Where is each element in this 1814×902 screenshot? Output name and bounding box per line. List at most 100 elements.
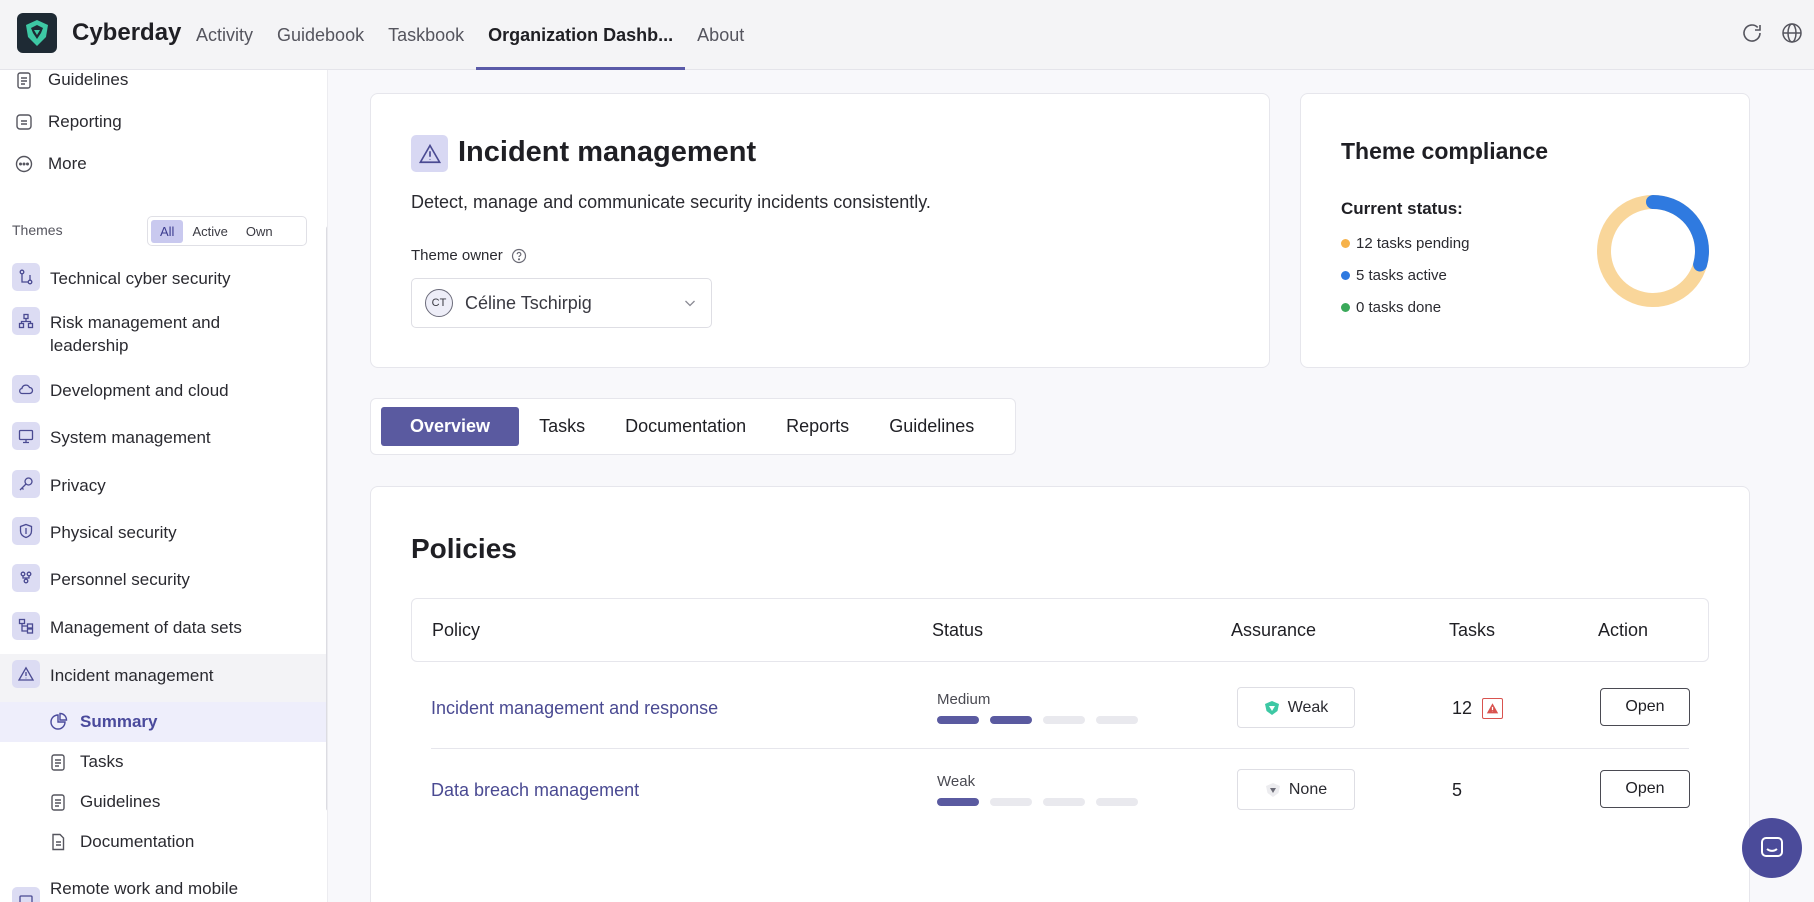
refresh-icon[interactable] (1740, 21, 1764, 45)
sidebar-sub-documentation[interactable]: Documentation (0, 822, 326, 862)
sidebar-sub-tasks[interactable]: Tasks (0, 742, 326, 782)
sidebar-theme-label: Development and cloud (50, 381, 229, 400)
assurance-weak-icon (1264, 700, 1279, 715)
filter-all[interactable]: All (151, 219, 184, 243)
cloud-icon (12, 375, 40, 403)
owner-name: Céline Tschirpig (465, 292, 592, 313)
cyberday-logo-icon[interactable] (17, 13, 57, 53)
tab-documentation[interactable]: Documentation (605, 407, 766, 446)
tasks-count-value: 5 (1452, 780, 1463, 800)
status-label: Weak (937, 773, 976, 790)
sidebar-theme-label: Incident management (50, 666, 214, 685)
level-bar (990, 716, 1032, 724)
sidebar-theme-label: Personnel security (50, 570, 190, 589)
legend-text: 12 tasks pending (1356, 235, 1470, 252)
legend-active: 5 tasks active (1341, 267, 1447, 284)
tasks-count: 12 (1452, 698, 1504, 719)
theme-compliance-card: Theme compliance Current status: 12 task… (1300, 93, 1750, 368)
sidebar-link-label: Reporting (48, 112, 122, 131)
nav-guidebook[interactable]: Guidebook (265, 0, 376, 70)
assurance-badge: Weak (1237, 687, 1355, 728)
level-bar (990, 798, 1032, 806)
sidebar-theme-risk-management[interactable]: Risk management and leadership (0, 307, 326, 359)
legend-text: 0 tasks done (1356, 299, 1442, 316)
sidebar-link-more[interactable]: More (14, 154, 87, 174)
header-action: Action (1598, 620, 1649, 640)
nav-activity[interactable]: Activity (184, 0, 265, 70)
legend-done: 0 tasks done (1341, 299, 1441, 316)
globe-icon[interactable] (1780, 21, 1804, 45)
help-icon[interactable] (511, 248, 527, 264)
theme-owner-label: Theme owner (411, 247, 527, 264)
nav-organization-dashboard[interactable]: Organization Dashb... (476, 0, 686, 70)
sidebar-sub-guidelines[interactable]: Guidelines (0, 782, 326, 822)
sidebar: Guidelines Reporting More Themes All Act… (0, 70, 328, 902)
table-row: Data breach management Weak None 5 Open (431, 749, 1690, 831)
sidebar-theme-remote-work[interactable]: Remote work and mobile devices (0, 873, 326, 902)
theme-description: Detect, manage and communicate security … (411, 192, 931, 212)
theme-owner-select[interactable]: CT Céline Tschirpig (411, 278, 712, 328)
avatar: CT (425, 289, 453, 317)
level-bar (1096, 716, 1138, 724)
people-icon (12, 564, 40, 592)
table-row: Incident management and response Medium … (431, 667, 1690, 749)
sidebar-theme-incident-management[interactable]: Incident management (0, 654, 326, 702)
compliance-title: Theme compliance (1341, 138, 1549, 164)
legend-pending: 12 tasks pending (1341, 235, 1469, 252)
branch-icon (12, 263, 40, 291)
themes-filter: All Active Own (147, 216, 307, 246)
open-button[interactable]: Open (1600, 688, 1690, 726)
policies-title: Policies (411, 533, 517, 564)
sidebar-theme-personnel-security[interactable]: Personnel security (0, 564, 326, 604)
policy-link[interactable]: Data breach management (431, 780, 639, 801)
filter-active[interactable]: Active (183, 220, 236, 243)
document-icon (52, 833, 65, 851)
assurance-badge: None (1237, 769, 1355, 810)
report-icon (16, 114, 32, 130)
status-level-bars (937, 716, 1149, 724)
sidebar-link-guidelines[interactable]: Guidelines (14, 70, 128, 90)
more-icon (15, 155, 33, 173)
sidebar-theme-privacy[interactable]: Privacy (0, 470, 326, 510)
sidebar-theme-label: Risk management and leadership (50, 313, 221, 355)
sidebar-theme-label: System management (50, 428, 211, 447)
sidebar-theme-label: Management of data sets (50, 618, 242, 637)
pie-chart-icon (50, 712, 68, 730)
chat-icon (1761, 837, 1783, 857)
sidebar-theme-physical-security[interactable]: Physical security (0, 517, 326, 557)
status-label: Medium (937, 691, 991, 708)
chevron-down-icon (685, 300, 695, 307)
assurance-label: None (1288, 780, 1328, 798)
nav-about[interactable]: About (685, 0, 756, 70)
policies-table-header: Policy Status Assurance Tasks Action (411, 598, 1709, 662)
level-bar (937, 798, 979, 806)
tab-guidelines[interactable]: Guidelines (869, 407, 994, 446)
sidebar-sub-label: Guidelines (80, 792, 161, 811)
filter-own[interactable]: Own (237, 220, 282, 243)
sidebar-theme-technical-cyber-security[interactable]: Technical cyber security (0, 263, 326, 303)
sidebar-theme-management-of-data-sets[interactable]: Management of data sets (0, 612, 326, 652)
tasks-count: 5 (1452, 780, 1462, 801)
chat-launcher-button[interactable] (1742, 818, 1802, 878)
sidebar-sub-summary[interactable]: Summary (0, 702, 326, 742)
tab-reports[interactable]: Reports (766, 407, 869, 446)
tab-tasks[interactable]: Tasks (519, 407, 605, 446)
sidebar-theme-development-and-cloud[interactable]: Development and cloud (0, 375, 326, 415)
tab-overview[interactable]: Overview (381, 407, 520, 446)
main-nav: Activity Guidebook Taskbook Organization… (184, 0, 756, 70)
sidebar-theme-label: Physical security (50, 523, 177, 542)
sidebar-theme-system-management[interactable]: System management (0, 422, 326, 462)
shield-dollar-icon (12, 517, 40, 545)
sidebar-sub-label: Summary (80, 712, 158, 731)
policy-link[interactable]: Incident management and response (431, 698, 718, 719)
legend-dot (1341, 271, 1350, 280)
assurance-label: Weak (1287, 698, 1329, 716)
nav-taskbook[interactable]: Taskbook (376, 0, 476, 70)
legend-text: 5 tasks active (1356, 267, 1447, 284)
open-button[interactable]: Open (1600, 770, 1690, 808)
brand-name: Cyberday (72, 19, 182, 46)
sidebar-link-reporting[interactable]: Reporting (14, 112, 122, 132)
policies-card: Policies Policy Status Assurance Tasks A… (370, 486, 1750, 902)
sidebar-scrollbar[interactable] (326, 226, 327, 811)
compliance-status-label: Current status: (1341, 199, 1463, 218)
